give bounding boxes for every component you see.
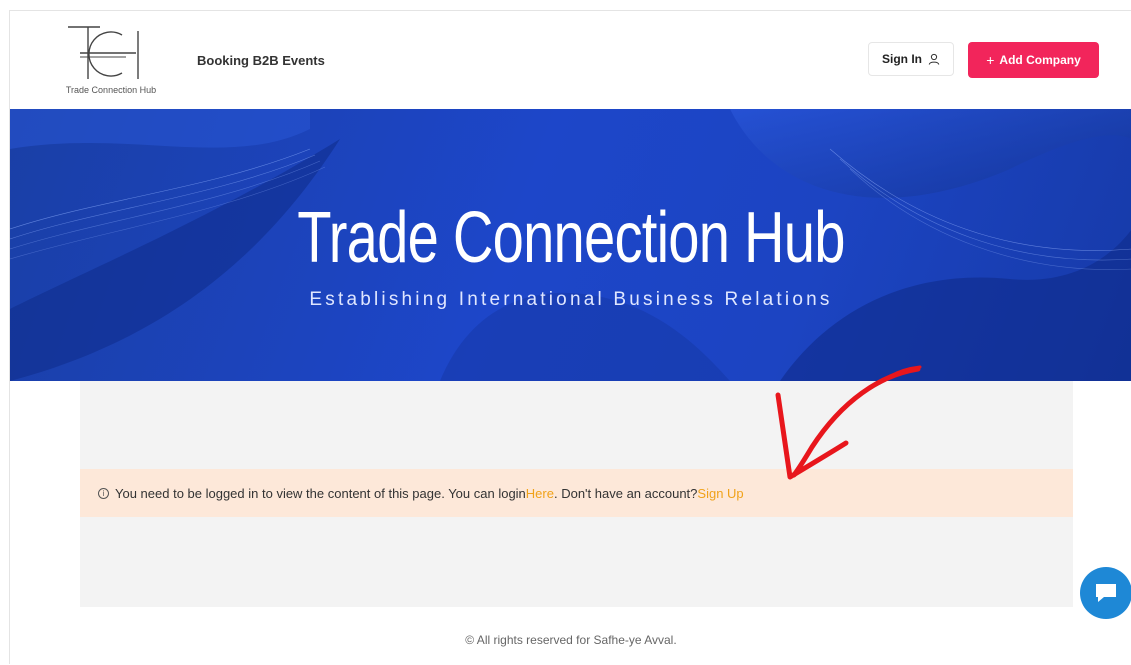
add-company-button[interactable]: + Add Company bbox=[968, 42, 1099, 78]
sign-up-link[interactable]: Sign Up bbox=[697, 486, 743, 501]
page-frame: Trade Connection Hub Booking B2B Events … bbox=[9, 10, 1131, 665]
login-here-link[interactable]: Here bbox=[526, 486, 554, 501]
sign-in-label: Sign In bbox=[882, 52, 922, 66]
site-header: Trade Connection Hub Booking B2B Events … bbox=[10, 11, 1131, 109]
plus-icon: + bbox=[986, 52, 995, 68]
nav-link-booking-b2b-events[interactable]: Booking B2B Events bbox=[197, 53, 325, 68]
hero-banner: Trade Connection Hub Establishing Intern… bbox=[10, 109, 1131, 381]
user-icon bbox=[928, 53, 940, 65]
site-logo[interactable]: Trade Connection Hub bbox=[56, 23, 166, 97]
logo-text: Trade Connection Hub bbox=[65, 85, 157, 95]
chat-button[interactable] bbox=[1080, 567, 1131, 619]
hero-title: Trade Connection Hub bbox=[297, 198, 845, 278]
footer-copyright: © All rights reserved for Safhe-ye Avval… bbox=[465, 633, 677, 647]
notice-text-middle: . Don't have an account? bbox=[553, 485, 698, 501]
add-company-label: Add Company bbox=[999, 53, 1081, 67]
info-icon: i bbox=[98, 487, 109, 499]
notice-text-before: You need to be logged in to view the con… bbox=[115, 485, 526, 501]
sign-in-button[interactable]: Sign In bbox=[868, 42, 954, 76]
chat-icon bbox=[1096, 584, 1116, 602]
logo-mark-icon bbox=[68, 26, 139, 79]
hero-subtitle: Establishing International Business Rela… bbox=[309, 289, 833, 310]
site-footer: © All rights reserved for Safhe-ye Avval… bbox=[10, 607, 1131, 665]
red-arrow-annotation bbox=[775, 365, 922, 480]
